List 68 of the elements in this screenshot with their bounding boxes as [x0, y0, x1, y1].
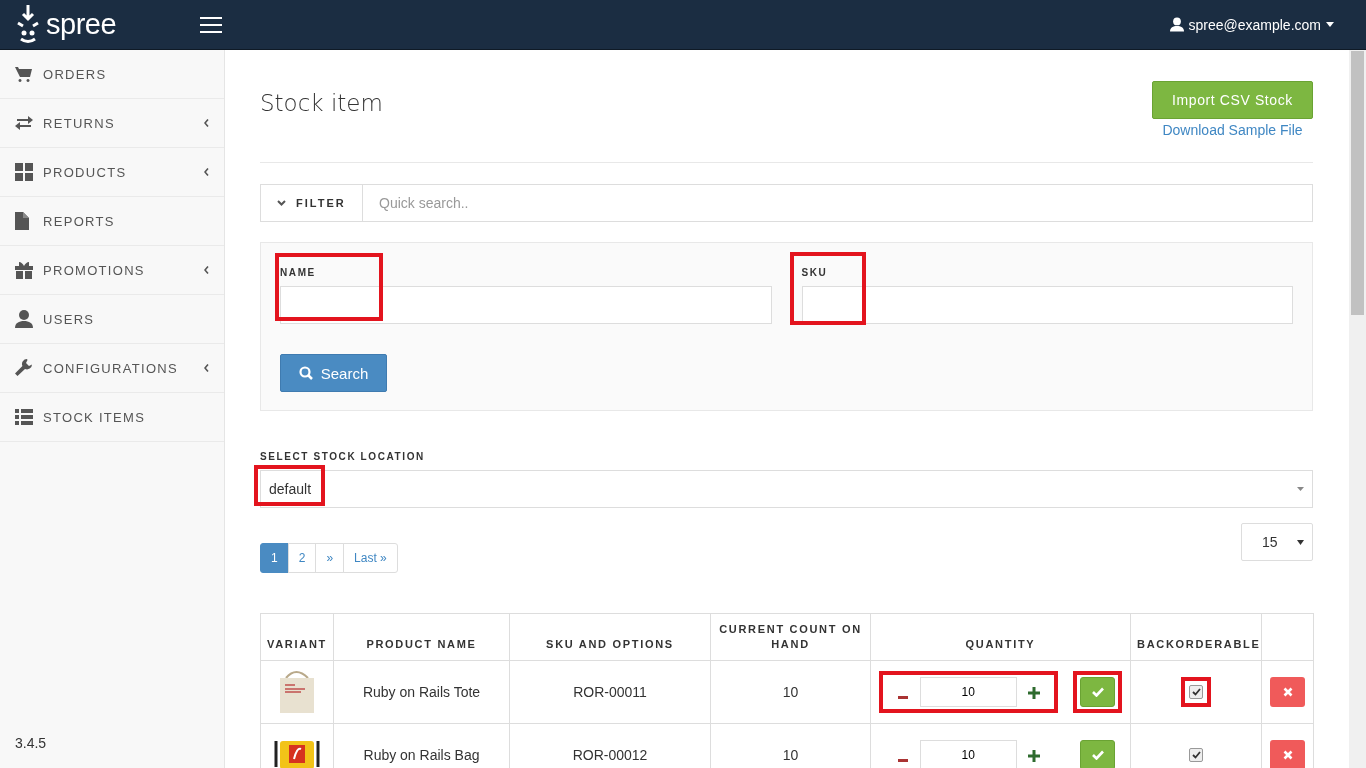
close-icon: [1282, 750, 1293, 760]
sidebar-item[interactable]: REPORTS: [0, 197, 224, 246]
logo-icon: [16, 4, 40, 45]
table-cell: ROR-00011: [509, 660, 711, 724]
gift-icon: [15, 261, 33, 279]
page-link[interactable]: 1: [260, 543, 289, 573]
sidebar-item[interactable]: PRODUCTS: [0, 148, 224, 197]
download-sample-link[interactable]: Download Sample File: [1162, 122, 1303, 138]
quantity-field[interactable]: 10: [919, 740, 1017, 768]
minus-icon: [897, 758, 908, 762]
checkmark-icon: [1091, 750, 1104, 760]
sidebar-item[interactable]: RETURNS: [0, 99, 224, 148]
delete-button[interactable]: [1270, 677, 1305, 707]
column-header: SKU AND OPTIONS: [509, 613, 711, 661]
close-icon: [1282, 687, 1293, 697]
filter-toggle[interactable]: FILTER: [260, 184, 363, 222]
column-header: CURRENT COUNT ON HAND: [710, 613, 871, 661]
user-icon: [15, 310, 33, 328]
checkmark-icon: [1091, 687, 1104, 697]
page-title: Stock item: [260, 90, 383, 116]
dropdown-arrow-icon: [1297, 539, 1304, 545]
dropdown-arrow-icon: [1297, 487, 1304, 491]
sidebar-item[interactable]: ORDERS: [0, 50, 224, 99]
caret-icon: [1326, 22, 1334, 27]
wrench-icon: [15, 359, 33, 377]
column-header: VARIANT: [260, 613, 334, 661]
column-header: QUANTITY: [870, 613, 1131, 661]
field-label: SELECT STOCK LOCATION: [260, 451, 426, 462]
quantity-field[interactable]: 10: [919, 677, 1017, 707]
arrows-icon: [15, 116, 33, 130]
table-cell: 10: [710, 660, 871, 724]
sidebar-item[interactable]: USERS: [0, 295, 224, 344]
per-page-select[interactable]: 15: [1241, 523, 1313, 561]
cart-icon: [15, 66, 33, 82]
page-link[interactable]: Last »: [343, 543, 398, 573]
sidebar-item[interactable]: CONFIGURATIONS: [0, 344, 224, 393]
user-menu[interactable]: spree@example.com: [1169, 16, 1334, 33]
quick-search-field[interactable]: Quick search..: [363, 184, 1313, 222]
list-icon: [15, 409, 33, 425]
table-cell: Ruby on Rails Tote: [333, 660, 510, 724]
column-header: PRODUCT NAME: [333, 613, 510, 661]
chevron-down-icon: [277, 200, 286, 206]
menu-icon[interactable]: [200, 16, 222, 33]
text-field[interactable]: [801, 286, 1293, 324]
stock-location-select[interactable]: default: [260, 470, 1313, 508]
sidebar-item[interactable]: PROMOTIONS: [0, 246, 224, 295]
minus-icon: [897, 695, 908, 699]
plus-icon: [1027, 686, 1040, 699]
backorderable-checkbox[interactable]: [1189, 685, 1203, 699]
sidebar-item[interactable]: STOCK ITEMS: [0, 393, 224, 442]
version-label: 3.4.5: [14, 735, 48, 753]
scrollbar-thumb[interactable]: [1351, 51, 1364, 315]
field-label: NAME: [280, 267, 317, 278]
plus-icon: [1027, 749, 1040, 762]
user-icon: [1169, 17, 1184, 32]
brand-name[interactable]: spree: [46, 8, 117, 41]
text-field[interactable]: [280, 286, 772, 324]
backorderable-checkbox[interactable]: [1189, 748, 1203, 762]
field-label: SKU: [801, 267, 829, 278]
column-header: BACKORDERABLE: [1130, 613, 1262, 661]
delete-button[interactable]: [1270, 740, 1305, 768]
save-button[interactable]: [1080, 740, 1116, 768]
file-icon: [15, 212, 29, 230]
search-icon: [298, 366, 313, 380]
page-link[interactable]: »: [315, 543, 345, 573]
search-button[interactable]: Search: [280, 354, 387, 392]
grid-icon: [15, 163, 33, 181]
save-button[interactable]: [1080, 677, 1116, 707]
